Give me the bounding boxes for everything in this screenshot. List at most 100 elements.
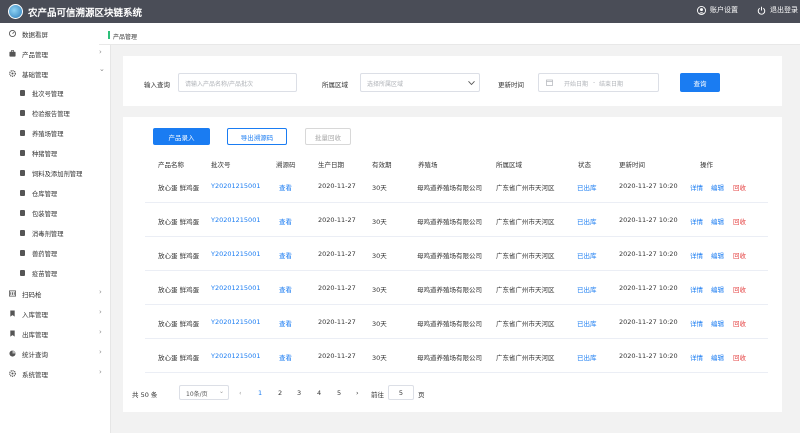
page-button[interactable]: 1	[258, 389, 262, 397]
status-badge: 已出库	[577, 320, 597, 328]
edit-link[interactable]: 编辑	[711, 182, 724, 192]
chevron-right-icon: ›	[99, 348, 102, 356]
view-trace-code-link[interactable]: 查看	[279, 216, 292, 226]
page-size-value: 10条/页	[186, 391, 208, 398]
recall-link[interactable]: 回收	[733, 182, 746, 192]
bookmark-icon	[20, 170, 25, 176]
sidebar-subitem-veterinary[interactable]: 兽药管理	[0, 243, 111, 263]
cell-product-name: 放心蛋 鲜鸡蛋	[158, 320, 200, 328]
sidebar-item-product[interactable]: 产品管理 ›	[0, 43, 111, 63]
detail-link[interactable]: 详情	[690, 182, 703, 192]
bookmark-icon	[20, 250, 25, 256]
sidebar-item-scanner[interactable]: 扫码枪 ›	[0, 283, 111, 303]
sidebar-item-label: 产品管理	[22, 51, 48, 59]
cell-batch-link[interactable]: Y20201215001	[211, 182, 260, 190]
prev-page-button[interactable]: ‹	[239, 389, 242, 397]
view-trace-code-link[interactable]: 查看	[279, 318, 292, 328]
sidebar-item-label: 系统管理	[22, 371, 48, 379]
column-header: 养殖场	[418, 161, 438, 169]
bookmark-icon	[20, 130, 25, 136]
sidebar-subitem-disinfectant[interactable]: 消毒剂管理	[0, 223, 111, 243]
view-trace-code-link[interactable]: 查看	[279, 352, 292, 362]
edit-link[interactable]: 编辑	[711, 284, 724, 294]
page-button[interactable]: 5	[337, 389, 341, 397]
query-label: 输入查询	[144, 81, 170, 89]
globe-icon	[8, 4, 23, 19]
cell-batch-link[interactable]: Y20201215001	[211, 352, 260, 360]
bookmark-icon	[20, 90, 25, 96]
page-size-select[interactable]: 10条/页 ⌄	[179, 385, 229, 400]
sidebar-item-basic[interactable]: 基础管理 ⌄	[0, 63, 111, 83]
bookmark-icon	[20, 110, 25, 116]
sidebar-subitem-farm[interactable]: 养殖场管理	[0, 123, 111, 143]
view-trace-code-link[interactable]: 查看	[279, 182, 292, 192]
detail-link[interactable]: 详情	[690, 216, 703, 226]
cell-batch-link[interactable]: Y20201215001	[211, 318, 260, 326]
edit-link[interactable]: 编辑	[711, 250, 724, 260]
batch-recall-button[interactable]: 批量回收	[305, 128, 351, 145]
column-header: 溯源码	[276, 161, 296, 169]
sidebar-subitem-report[interactable]: 检验报告管理	[0, 103, 111, 123]
account-settings-button[interactable]: 账户设置	[697, 5, 738, 15]
sidebar-item-system[interactable]: 系统管理 ›	[0, 363, 111, 383]
bookmark-icon	[20, 230, 25, 236]
breadcrumb-marker	[108, 31, 110, 39]
cell-region: 广东省广州市天河区	[496, 286, 555, 294]
sidebar-subitem-package[interactable]: 包装管理	[0, 203, 111, 223]
view-trace-code-link[interactable]: 查看	[279, 284, 292, 294]
cell-batch-link[interactable]: Y20201215001	[211, 216, 260, 224]
page-button[interactable]: 2	[278, 389, 282, 397]
recall-link[interactable]: 回收	[733, 318, 746, 328]
cell-farm: 母鸡道养殖场有限公司	[417, 354, 482, 362]
query-button[interactable]: 查询	[680, 73, 720, 92]
cell-batch-link[interactable]: Y20201215001	[211, 250, 260, 258]
date-range-picker[interactable]: 开始日期 - 结束日期	[538, 73, 659, 92]
edit-link[interactable]: 编辑	[711, 318, 724, 328]
edit-link[interactable]: 编辑	[711, 216, 724, 226]
add-product-button[interactable]: 产品录入	[153, 128, 210, 145]
search-input[interactable]: 请输入产品名称/产品批次	[178, 73, 297, 92]
recall-link[interactable]: 回收	[733, 352, 746, 362]
region-select[interactable]: 选择所属区域	[360, 73, 480, 92]
sidebar-subitem-breeding-pig[interactable]: 种猪管理	[0, 143, 111, 163]
sidebar-subitem-vaccine[interactable]: 疫苗管理	[0, 263, 111, 283]
cell-region: 广东省广州市天河区	[496, 320, 555, 328]
page-button[interactable]: 4	[317, 389, 321, 397]
sidebar-subitem-warehouse[interactable]: 仓库管理	[0, 183, 111, 203]
view-trace-code-link[interactable]: 查看	[279, 250, 292, 260]
logout-label: 退出登录	[770, 6, 798, 14]
cell-validity: 30天	[372, 252, 387, 260]
detail-link[interactable]: 详情	[690, 318, 703, 328]
recall-link[interactable]: 回收	[733, 216, 746, 226]
next-page-button[interactable]: ›	[356, 389, 359, 397]
cell-validity: 30天	[372, 286, 387, 294]
date-separator: -	[593, 79, 596, 86]
sidebar-subitem-batch[interactable]: 批次号管理	[0, 83, 111, 103]
detail-link[interactable]: 详情	[690, 352, 703, 362]
sidebar-item-label: 扫码枪	[22, 291, 42, 299]
pagination: 共 50 条 10条/页 ⌄ ‹ 1 2 3 4 5 › 前往 5 页	[123, 383, 782, 403]
detail-link[interactable]: 详情	[690, 284, 703, 294]
cell-batch-link[interactable]: Y20201215001	[211, 284, 260, 292]
recall-link[interactable]: 回收	[733, 284, 746, 294]
sidebar-item-inbound[interactable]: 入库管理 ›	[0, 303, 111, 323]
sidebar-item-dashboard[interactable]: 数据看屏	[0, 23, 111, 43]
recall-link[interactable]: 回收	[733, 250, 746, 260]
edit-link[interactable]: 编辑	[711, 352, 724, 362]
page-button[interactable]: 3	[297, 389, 301, 397]
goto-page-input[interactable]: 5	[388, 385, 414, 400]
export-trace-code-button[interactable]: 导出溯源码	[227, 128, 287, 145]
cell-farm: 母鸡道养殖场有限公司	[417, 218, 482, 226]
chevron-right-icon: ›	[99, 308, 102, 316]
bookmark-icon	[10, 330, 15, 337]
sidebar: 数据看屏 产品管理 › 基础管理 ⌄ 批次号管理 检验报告管理 养殖场管理 种猪…	[0, 23, 111, 433]
filter-panel: 输入查询 请输入产品名称/产品批次 所属区域 选择所属区域 更新时间 开始日期 …	[123, 56, 782, 106]
sidebar-item-outbound[interactable]: 出库管理 ›	[0, 323, 111, 343]
sidebar-subitem-feed[interactable]: 饲料及添加剂管理	[0, 163, 111, 183]
detail-link[interactable]: 详情	[690, 250, 703, 260]
table-row: 放心蛋 鲜鸡蛋 Y20201215001 查看 2020-11-27 30天 母鸡道养殖场…	[145, 237, 768, 271]
calendar-icon	[546, 79, 553, 86]
logout-button[interactable]: 退出登录	[757, 5, 798, 15]
region-label: 所属区域	[322, 81, 348, 89]
sidebar-item-statistics[interactable]: 统计查询 ›	[0, 343, 111, 363]
